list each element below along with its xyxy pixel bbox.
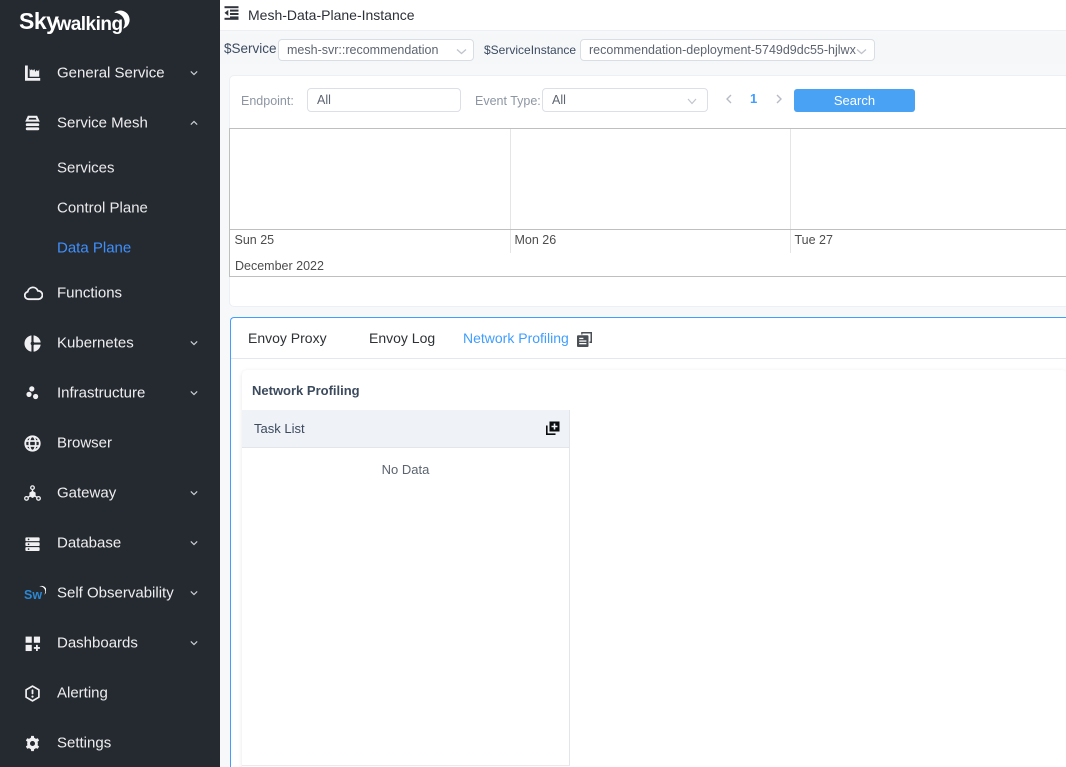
svg-text:Sw: Sw [24, 588, 42, 602]
